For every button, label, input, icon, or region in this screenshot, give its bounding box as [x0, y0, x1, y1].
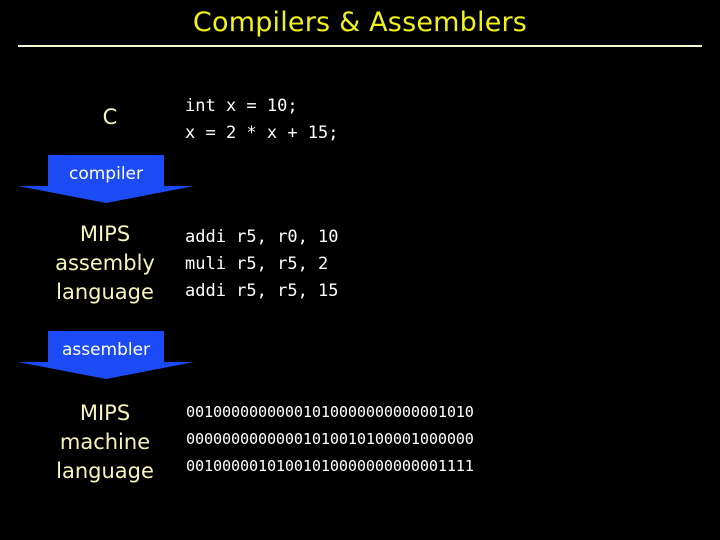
code-block-mips-machine: 00100000000001010000000000001010 0000000… — [186, 403, 474, 475]
code-block-mips-assembly: addi r5, r0, 10 muli r5, r5, 2 addi r5, … — [185, 227, 339, 301]
stage-label-c: C — [102, 105, 118, 129]
arrow-compiler-shape — [18, 155, 194, 203]
slide-canvas: Compilers & Assemblers C int x = 10; x =… — [0, 0, 720, 540]
arrow-compiler: compiler — [18, 155, 194, 203]
page-title: Compilers & Assemblers — [192, 7, 528, 38]
stage-label-mips-assembly: MIPS assembly language — [55, 222, 155, 304]
arrow-assembler: assembler — [18, 331, 194, 379]
code-block-c: int x = 10; x = 2 * x + 15; — [185, 96, 339, 143]
title-divider — [18, 45, 702, 47]
arrow-assembler-shape — [18, 331, 194, 379]
stage-label-mips-machine: MIPS machine language — [56, 401, 154, 483]
